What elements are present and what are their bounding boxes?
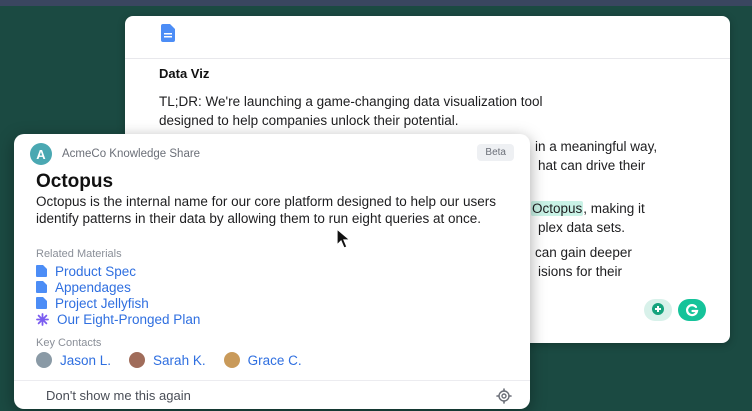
file-icon <box>36 265 47 277</box>
dont-show-again-link[interactable]: Don't show me this again <box>46 388 191 403</box>
doc-paragraph-line: isions for their <box>538 264 623 279</box>
doc-paragraph-line: in a meaningful way, <box>535 139 658 154</box>
grammarly-icon <box>685 304 699 317</box>
contact-chip[interactable]: Sarah K. <box>129 352 206 368</box>
gear-icon[interactable] <box>496 388 512 404</box>
avatar <box>223 352 240 368</box>
top-bar <box>0 0 752 6</box>
bulb-button[interactable] <box>644 299 672 321</box>
app-name: AcmeCo Knowledge Share <box>62 148 201 160</box>
contact-chip[interactable]: Grace C. <box>223 352 302 368</box>
doc-paragraph-line: plex data sets. <box>538 220 626 235</box>
knowledge-popup: A AcmeCo Knowledge Share Beta Octopus Oc… <box>14 134 530 409</box>
key-contacts-list: Jason L. Sarah K. Grace C. <box>36 352 302 368</box>
avatar <box>36 352 52 368</box>
contact-name[interactable]: Jason L. <box>60 353 111 368</box>
doc-title: Data Viz <box>159 66 210 81</box>
contact-name[interactable]: Sarah K. <box>153 353 206 368</box>
file-icon <box>36 281 47 293</box>
acmeco-logo-icon: A <box>30 143 52 165</box>
material-link-label[interactable]: Project Jellyfish <box>55 296 149 311</box>
grammarly-button[interactable] <box>678 299 706 321</box>
sparkle-icon <box>36 312 49 326</box>
avatar <box>129 352 146 368</box>
popup-header: A AcmeCo Knowledge Share <box>30 143 200 165</box>
related-materials-list: Product Spec Appendages Project Jellyfis… <box>36 263 200 327</box>
contact-name[interactable]: Grace C. <box>248 353 302 368</box>
doc-paragraph-line: hat can drive their <box>538 158 646 173</box>
highlighted-term[interactable]: Octopus <box>531 201 584 216</box>
doc-paragraph-line: Octopus, making it <box>531 199 645 218</box>
footer-divider <box>14 380 530 381</box>
beta-badge: Beta <box>477 144 514 161</box>
doc-icon <box>161 24 175 42</box>
material-link[interactable]: Appendages <box>36 279 200 295</box>
material-link-label[interactable]: Our Eight-Pronged Plan <box>57 312 200 327</box>
material-link-label[interactable]: Appendages <box>55 280 131 295</box>
material-link[interactable]: Our Eight-Pronged Plan <box>36 311 200 327</box>
material-link-label[interactable]: Product Spec <box>55 264 136 279</box>
key-contacts-label: Key Contacts <box>36 337 102 349</box>
file-icon <box>36 297 47 309</box>
contact-chip[interactable]: Jason L. <box>36 352 111 368</box>
popup-description: Octopus is the internal name for our cor… <box>36 194 496 226</box>
material-link[interactable]: Project Jellyfish <box>36 295 200 311</box>
bulb-icon <box>652 303 664 315</box>
doc-paragraph-line: can gain deeper <box>535 245 632 260</box>
material-link[interactable]: Product Spec <box>36 263 200 279</box>
extension-badges <box>644 299 706 321</box>
related-materials-label: Related Materials <box>36 248 122 260</box>
doc-text: , making it <box>583 201 645 216</box>
doc-divider <box>125 58 730 59</box>
popup-title: Octopus <box>36 171 114 192</box>
mouse-cursor-icon <box>336 228 352 249</box>
doc-paragraph-line: designed to help companies unlock their … <box>159 113 459 128</box>
doc-paragraph-line: TL;DR: We're launching a game-changing d… <box>159 94 543 109</box>
